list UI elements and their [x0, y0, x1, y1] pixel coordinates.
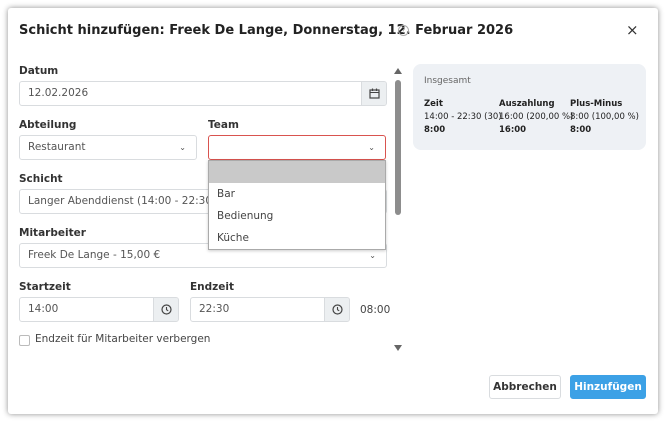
team-label: Team — [208, 119, 239, 131]
team-dropdown-list: Bar Bedienung Küche — [208, 160, 386, 250]
start-time-value: 14:00 — [28, 303, 59, 315]
clock-icon[interactable] — [324, 298, 349, 321]
scroll-up-arrow-icon[interactable] — [394, 68, 402, 74]
date-value: 12.02.2026 — [28, 87, 89, 99]
department-value: Restaurant — [28, 141, 86, 153]
team-select[interactable]: ⌄ — [208, 135, 386, 160]
department-select[interactable]: Restaurant ⌄ — [19, 135, 197, 160]
summary-header: Plus-Minus — [570, 99, 623, 109]
end-time-label: Endzeit — [190, 281, 235, 293]
start-time-label: Startzeit — [19, 281, 71, 293]
hide-end-time-checkbox[interactable] — [19, 335, 30, 346]
summary-total: 16:00 — [499, 125, 527, 135]
summary-total: 8:00 — [570, 125, 592, 135]
employee-value: Freek De Lange - 15,00 € — [28, 249, 161, 261]
team-option[interactable] — [209, 161, 385, 183]
team-option-bedienung[interactable]: Bedienung — [209, 205, 385, 227]
chevron-down-icon: ⌄ — [179, 143, 186, 152]
scrollbar-thumb[interactable] — [395, 80, 401, 215]
summary-column-plus-minus: Plus-Minus 8:00 (100,00 %) 8:00 — [570, 98, 639, 137]
form-scrollbar[interactable] — [394, 68, 402, 351]
help-icon[interactable]: ? — [398, 25, 409, 36]
summary-header: Auszahlung — [499, 99, 555, 109]
shift-label: Schicht — [19, 173, 63, 185]
clock-icon[interactable] — [153, 298, 178, 321]
summary-header: Zeit — [424, 99, 443, 109]
team-option-bar[interactable]: Bar — [209, 183, 385, 205]
add-shift-modal: Schicht hinzufügen: Freek De Lange, Donn… — [8, 8, 658, 414]
date-label: Datum — [19, 65, 59, 77]
hide-end-time-label[interactable]: Endzeit für Mitarbeiter verbergen — [35, 333, 210, 345]
team-option-kueche[interactable]: Küche — [209, 227, 385, 249]
shift-value: Langer Abenddienst (14:00 - 22:30 ) — [28, 195, 220, 207]
summary-value: 14:00 - 22:30 (30) — [424, 112, 502, 122]
department-label: Abteilung — [19, 119, 77, 131]
close-icon[interactable]: × — [626, 21, 639, 39]
summary-panel: Insgesamt Zeit 14:00 - 22:30 (30) 8:00 A… — [413, 64, 646, 150]
employee-label: Mitarbeiter — [19, 227, 86, 239]
duration-text: 08:00 — [360, 304, 391, 316]
summary-total: 8:00 — [424, 125, 446, 135]
end-time-input[interactable]: 22:30 — [190, 297, 350, 322]
add-button[interactable]: Hinzufügen — [570, 375, 646, 399]
date-input[interactable]: 12.02.2026 — [19, 81, 387, 106]
modal-title: Schicht hinzufügen: Freek De Lange, Donn… — [19, 23, 514, 38]
calendar-icon[interactable] — [361, 82, 386, 105]
end-time-value: 22:30 — [199, 303, 230, 315]
chevron-down-icon: ⌄ — [368, 143, 375, 152]
summary-value: 16:00 (200,00 %) — [499, 112, 574, 122]
cancel-button[interactable]: Abbrechen — [489, 375, 561, 399]
summary-title: Insgesamt — [424, 76, 471, 86]
summary-value: 8:00 (100,00 %) — [570, 112, 639, 122]
start-time-input[interactable]: 14:00 — [19, 297, 179, 322]
summary-column-payout: Auszahlung 16:00 (200,00 %) 16:00 — [499, 98, 573, 137]
summary-column-time: Zeit 14:00 - 22:30 (30) 8:00 — [424, 98, 502, 137]
scroll-down-arrow-icon[interactable] — [394, 345, 402, 351]
